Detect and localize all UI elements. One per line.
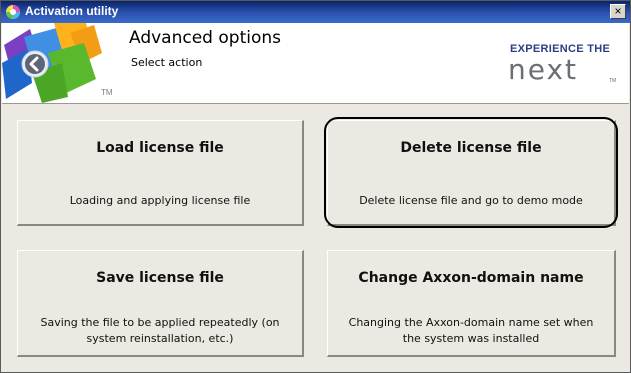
brand-trademark: TM [609,78,616,83]
page-subtitle: Select action [131,56,203,69]
change-domain-title: Change Axxon-domain name [358,270,584,286]
brand-word: next [508,55,578,83]
delete-license-title: Delete license file [400,140,542,156]
load-license-button[interactable]: Load license file Loading and applying l… [17,120,304,226]
window-title: Activation utility [25,4,119,18]
logo-trademark: TM [101,88,113,97]
page-title: Advanced options [129,28,281,48]
change-domain-button[interactable]: Change Axxon-domain name Changing the Ax… [327,250,616,357]
change-domain-description-line1: Changing the Axxon-domain name set when [348,316,594,329]
header-divider [2,103,629,104]
change-domain-description: Changing the Axxon-domain name set when … [336,315,606,347]
brand-tagline: EXPERIENCE THE [510,43,611,55]
app-icon [6,5,20,19]
save-license-description-line1: Saving the file to be applied repeatedly… [40,316,280,329]
activation-window: Activation utility × TM Advanced options… [0,0,631,373]
load-license-description: Loading and applying license file [69,194,251,207]
save-license-button[interactable]: Save license file Saving the file to be … [17,250,304,357]
delete-license-button[interactable]: Delete license file Delete license file … [324,117,618,228]
close-icon: × [614,4,622,18]
save-license-title: Save license file [96,270,224,286]
change-domain-description-line2: the system was installed [402,332,540,345]
delete-license-description: Delete license file and go to demo mode [359,194,583,207]
save-license-description-line2: system reinstallation, etc.) [86,332,234,345]
title-bar[interactable]: Activation utility × [1,1,630,23]
save-license-description: Saving the file to be applied repeatedly… [26,315,294,347]
back-button[interactable] [20,49,50,79]
brand-wordmark: next TM [508,55,616,83]
header-panel: TM Advanced options Select action EXPERI… [2,23,629,103]
close-button[interactable]: × [610,4,626,19]
load-license-title: Load license file [96,140,224,156]
chevron-left-icon [21,50,49,78]
